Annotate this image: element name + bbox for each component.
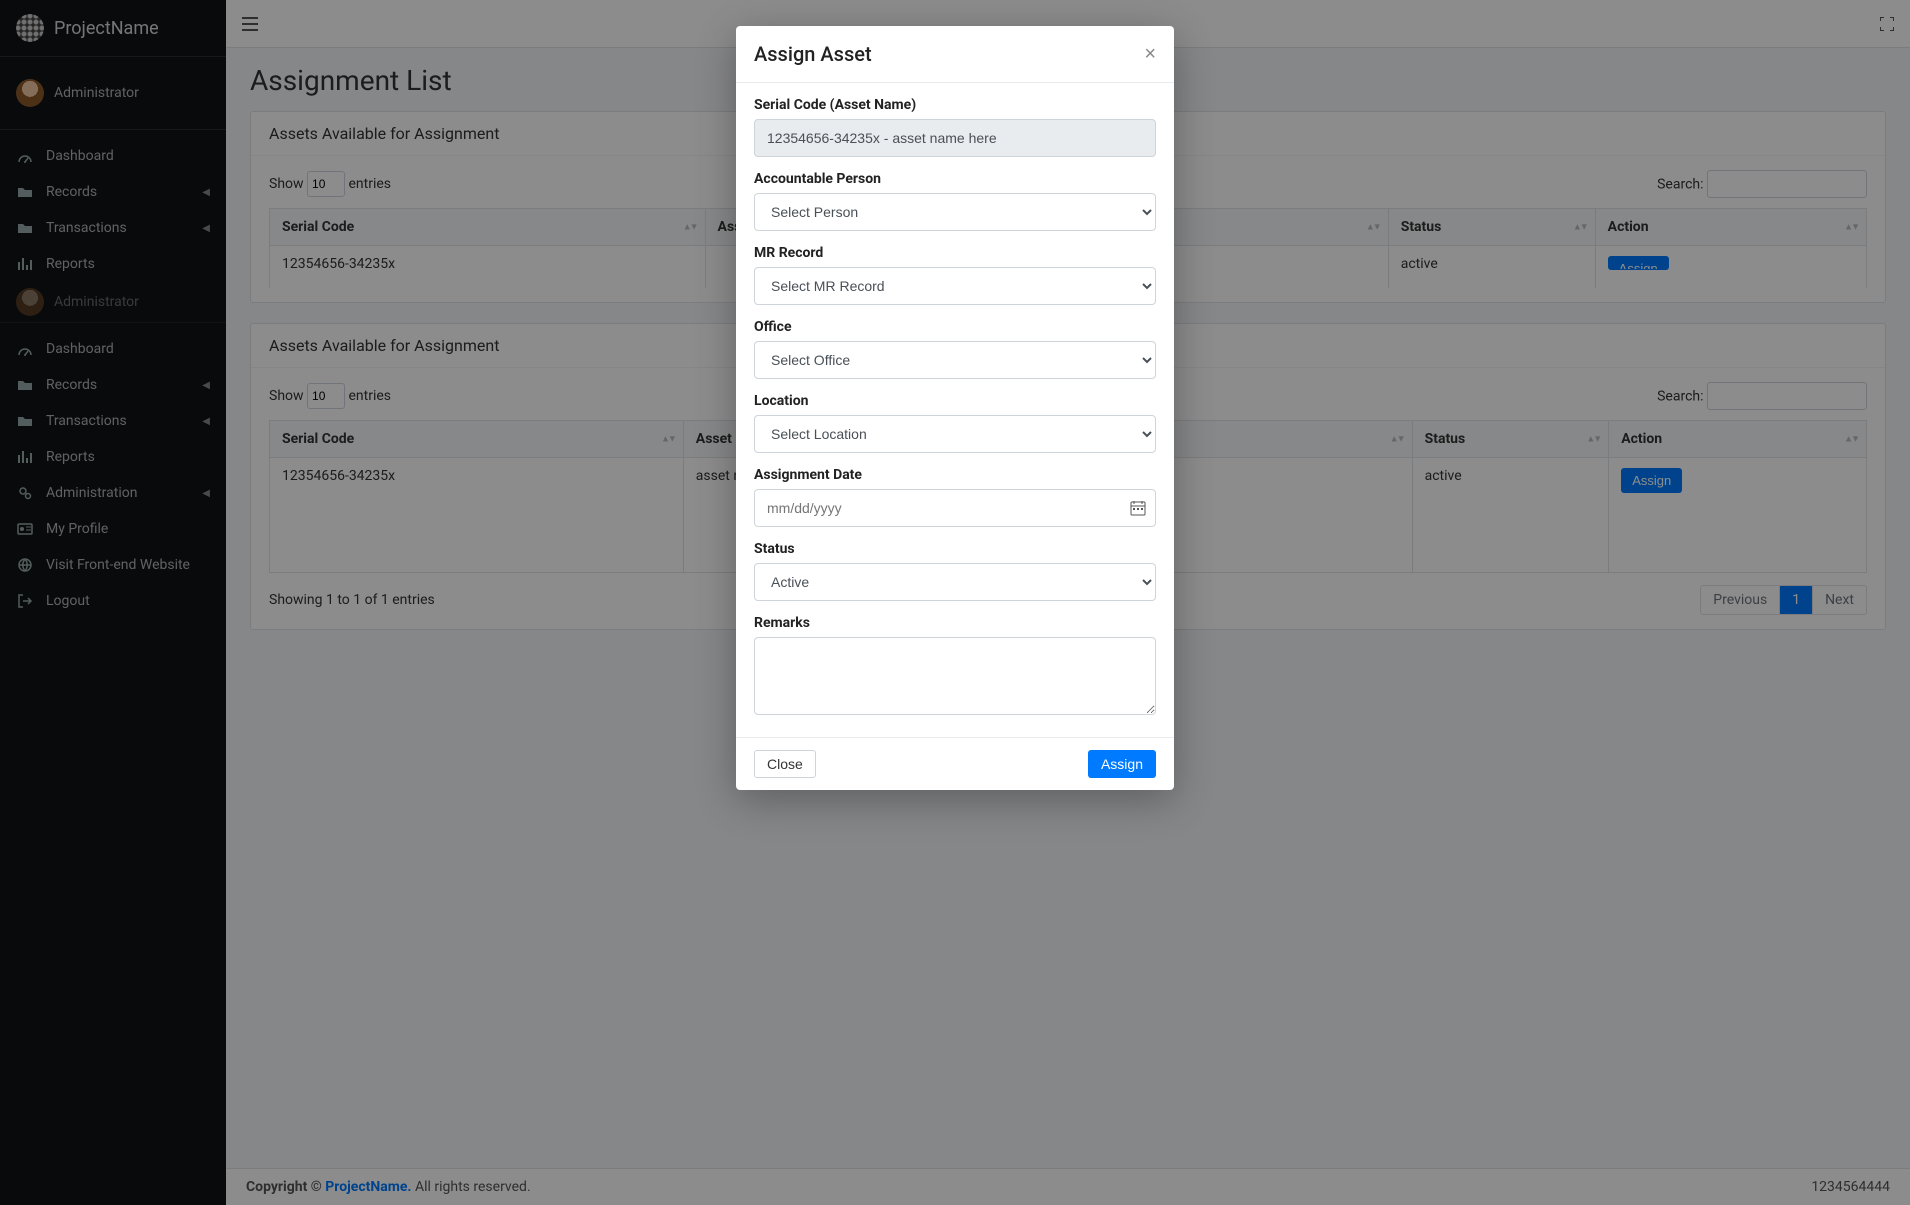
status-select[interactable]: Active [754, 563, 1156, 601]
modal-assign-button[interactable]: Assign [1088, 750, 1156, 778]
assignment-date-label: Assignment Date [754, 467, 1156, 483]
serial-code-label: Serial Code (Asset Name) [754, 97, 1156, 113]
location-select[interactable]: Select Location [754, 415, 1156, 453]
status-label: Status [754, 541, 1156, 557]
accountable-person-select[interactable]: Select Person [754, 193, 1156, 231]
remarks-textarea[interactable] [754, 637, 1156, 715]
assignment-date-field[interactable] [754, 489, 1156, 527]
office-select[interactable]: Select Office [754, 341, 1156, 379]
assign-asset-modal: Assign Asset × Serial Code (Asset Name) … [736, 26, 1174, 790]
office-label: Office [754, 319, 1156, 335]
accountable-person-label: Accountable Person [754, 171, 1156, 187]
modal-close-footer-button[interactable]: Close [754, 750, 816, 778]
serial-code-field [754, 119, 1156, 157]
close-icon: × [1144, 43, 1156, 65]
mr-record-label: MR Record [754, 245, 1156, 261]
location-label: Location [754, 393, 1156, 409]
modal-close-button[interactable]: × [1144, 44, 1156, 64]
mr-record-select[interactable]: Select MR Record [754, 267, 1156, 305]
modal-title: Assign Asset [754, 42, 872, 66]
remarks-label: Remarks [754, 615, 1156, 631]
